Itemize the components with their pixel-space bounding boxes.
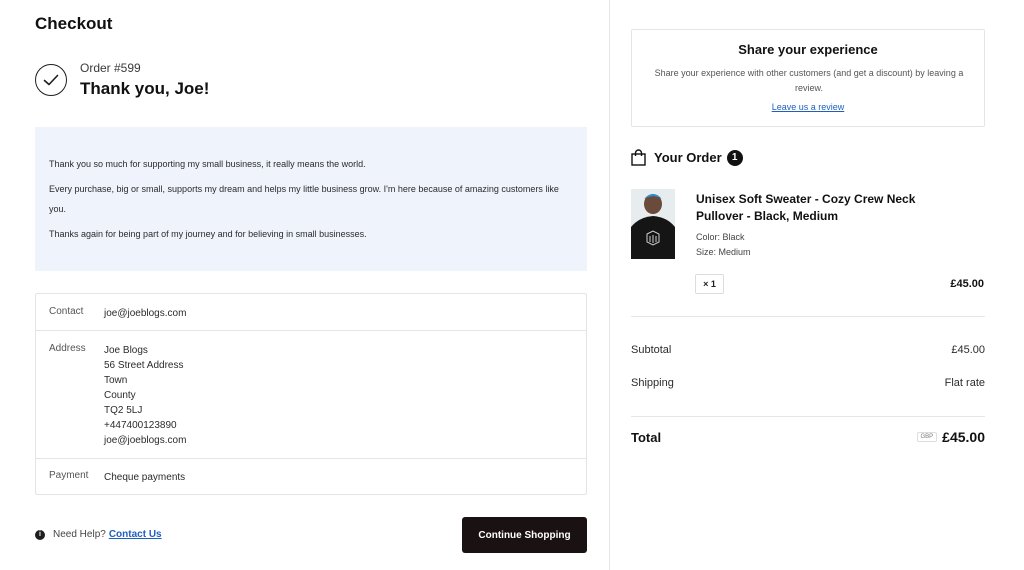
message-paragraph: Thank you so much for supporting my smal… — [49, 159, 366, 169]
address-row: Address Joe Blogs 56 Street Address Town… — [36, 331, 586, 459]
payment-value: Cheque payments — [104, 472, 186, 483]
total-amount: GBP £45.00 — [916, 429, 985, 445]
order-number: Order #599 — [80, 61, 141, 75]
message-paragraph: Every purchase, big or small, supports m… — [49, 184, 559, 214]
address-value: Joe Blogs 56 Street Address Town County … — [104, 343, 186, 448]
checkout-main: Checkout Order #599 Thank you, Joe! Than… — [0, 0, 609, 570]
your-order-heading: Your Order 1 — [631, 149, 743, 166]
review-title: Share your experience — [738, 42, 878, 57]
shopping-bag-icon — [631, 149, 646, 166]
contact-us-link[interactable]: Contact Us — [109, 529, 162, 540]
check-circle-icon — [35, 64, 67, 96]
subtotal-row: Subtotal £45.00 — [631, 344, 985, 356]
currency-badge: GBP — [916, 432, 938, 442]
order-sidebar: Share your experience Share your experie… — [610, 0, 1024, 570]
payment-row: Payment Cheque payments — [36, 459, 586, 495]
order-details-table: Contact joe@joeblogs.com Address Joe Blo… — [35, 293, 587, 495]
your-order-label: Your Order — [654, 150, 722, 165]
address-label: Address — [49, 343, 86, 354]
leave-review-link[interactable]: Leave us a review — [632, 102, 984, 112]
address-line: +447400123890 — [104, 420, 177, 431]
product-size: Size: Medium — [696, 247, 751, 257]
message-paragraph: Thanks again for being part of my journe… — [49, 229, 367, 239]
item-count-badge: 1 — [726, 149, 743, 166]
total-row: Total GBP £45.00 — [631, 429, 985, 445]
product-price: £45.00 — [950, 278, 984, 290]
divider — [631, 316, 985, 317]
info-icon: i — [35, 529, 45, 540]
address-line: joe@joeblogs.com — [104, 435, 187, 446]
shipping-value: Flat rate — [944, 377, 985, 389]
payment-label: Payment — [49, 470, 89, 481]
product-image — [631, 189, 675, 259]
shipping-row: Shipping Flat rate — [631, 377, 985, 389]
total-label: Total — [631, 430, 662, 445]
page-title: Checkout — [35, 14, 113, 33]
contact-value: joe@joeblogs.com — [104, 308, 187, 319]
thank-you-message: Thank you so much for supporting my smal… — [35, 127, 587, 271]
product-name: Unisex Soft Sweater - Cozy Crew Neck Pul… — [696, 192, 916, 223]
product-color: Color: Black — [696, 232, 745, 242]
need-help: i Need Help? Contact Us — [35, 529, 162, 540]
review-panel: Share your experience Share your experie… — [631, 29, 985, 127]
shipping-label: Shipping — [631, 377, 674, 389]
address-line: County — [104, 390, 136, 401]
address-line: Town — [104, 375, 128, 386]
address-line: Joe Blogs — [104, 345, 148, 356]
continue-shopping-button[interactable]: Continue Shopping — [462, 517, 587, 553]
contact-label: Contact — [49, 306, 84, 317]
divider — [631, 416, 985, 417]
review-text: Share your experience with other custome… — [654, 68, 964, 93]
quantity-badge: × 1 — [695, 274, 724, 294]
address-line: 56 Street Address — [104, 360, 184, 371]
thank-you-heading: Thank you, Joe! — [80, 79, 210, 98]
subtotal-label: Subtotal — [631, 344, 672, 356]
address-line: TQ2 5LJ — [104, 405, 143, 416]
need-help-text: Need Help? — [53, 529, 106, 540]
contact-row: Contact joe@joeblogs.com — [36, 294, 586, 331]
subtotal-value: £45.00 — [951, 344, 985, 356]
total-value: £45.00 — [942, 429, 985, 445]
